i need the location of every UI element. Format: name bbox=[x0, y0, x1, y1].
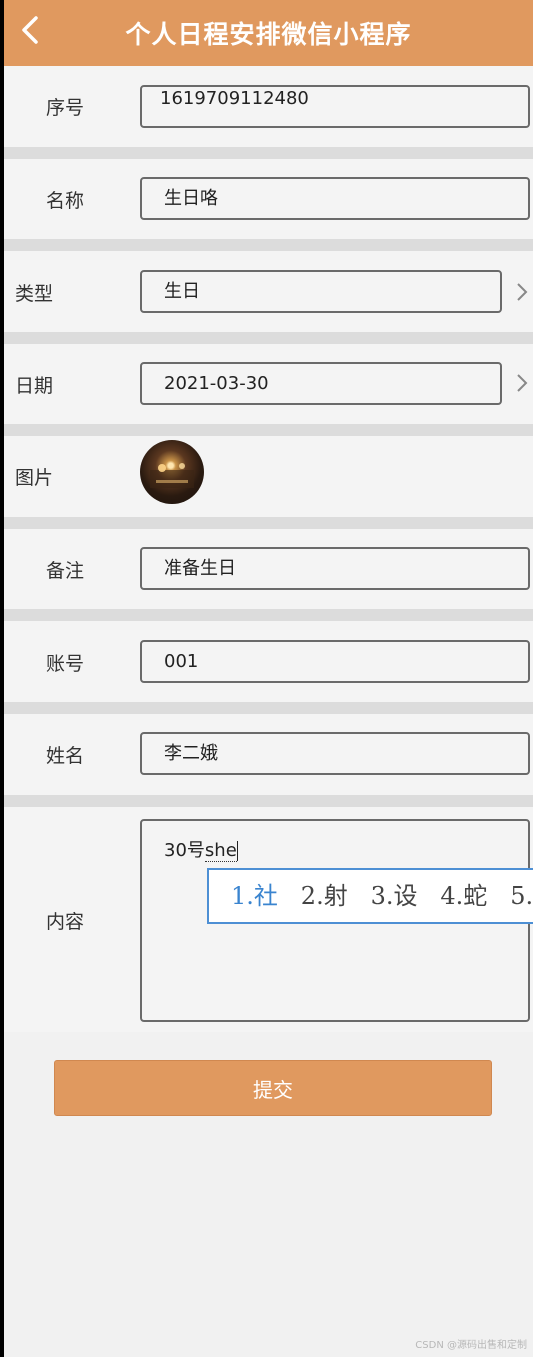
name-value: 生日咯 bbox=[164, 188, 218, 209]
username-value: 李二娥 bbox=[164, 743, 218, 764]
row-type[interactable]: 类型 生日 bbox=[4, 251, 533, 344]
row-account: 账号 001 bbox=[4, 621, 533, 714]
date-label: 日期 bbox=[15, 375, 54, 397]
submit-button[interactable]: 提交 bbox=[54, 1060, 492, 1116]
ime-candidate-1[interactable]: 1.社 bbox=[231, 882, 278, 910]
name-label: 名称 bbox=[46, 190, 85, 212]
remark-value: 准备生日 bbox=[164, 558, 236, 579]
username-label: 姓名 bbox=[46, 745, 85, 767]
content-text: 30号 bbox=[164, 840, 205, 861]
ime-candidate-3[interactable]: 3.设 bbox=[371, 882, 418, 910]
row-remark: 备注 准备生日 bbox=[4, 529, 533, 621]
content-composing: she bbox=[204, 840, 237, 862]
date-value: 2021-03-30 bbox=[164, 373, 269, 394]
date-picker[interactable]: 2021-03-30 bbox=[140, 362, 502, 405]
chevron-right-icon bbox=[517, 283, 528, 301]
text-cursor bbox=[236, 841, 238, 861]
name-field[interactable]: 生日咯 bbox=[140, 177, 530, 220]
row-id: 序号 1619709112480 bbox=[4, 66, 533, 159]
ime-candidate-bar: 1.社 2.射 3.设 4.蛇 5. bbox=[207, 868, 533, 924]
row-date[interactable]: 日期 2021-03-30 bbox=[4, 344, 533, 436]
row-image: 图片 bbox=[4, 436, 533, 529]
chevron-right-icon bbox=[517, 374, 528, 392]
uploaded-image[interactable] bbox=[140, 440, 204, 504]
remark-label: 备注 bbox=[46, 560, 85, 582]
account-label: 账号 bbox=[46, 653, 85, 675]
row-username: 姓名 李二娥 bbox=[4, 714, 533, 807]
id-value: 1619709112480 bbox=[160, 88, 309, 109]
remark-field[interactable]: 准备生日 bbox=[140, 547, 530, 590]
type-label: 类型 bbox=[15, 283, 54, 305]
account-value: 001 bbox=[164, 651, 199, 672]
ime-candidate-4[interactable]: 4.蛇 bbox=[440, 882, 487, 910]
id-field[interactable]: 1619709112480 bbox=[140, 85, 530, 128]
image-label: 图片 bbox=[15, 467, 54, 489]
row-name: 名称 生日咯 bbox=[4, 159, 533, 251]
page-title: 个人日程安排微信小程序 bbox=[125, 20, 412, 49]
app-header: 个人日程安排微信小程序 bbox=[4, 0, 533, 66]
id-label: 序号 bbox=[46, 97, 85, 119]
ime-candidate-2[interactable]: 2.射 bbox=[301, 882, 348, 910]
username-field[interactable]: 李二娥 bbox=[140, 732, 530, 775]
ime-candidate-5[interactable]: 5. bbox=[510, 882, 533, 910]
image-thumbnail bbox=[150, 463, 194, 488]
content-label: 内容 bbox=[46, 911, 85, 933]
type-select[interactable]: 生日 bbox=[140, 270, 502, 313]
watermark: CSDN @源码出售和定制 bbox=[415, 1340, 527, 1351]
type-value: 生日 bbox=[164, 281, 200, 302]
account-field[interactable]: 001 bbox=[140, 640, 530, 683]
